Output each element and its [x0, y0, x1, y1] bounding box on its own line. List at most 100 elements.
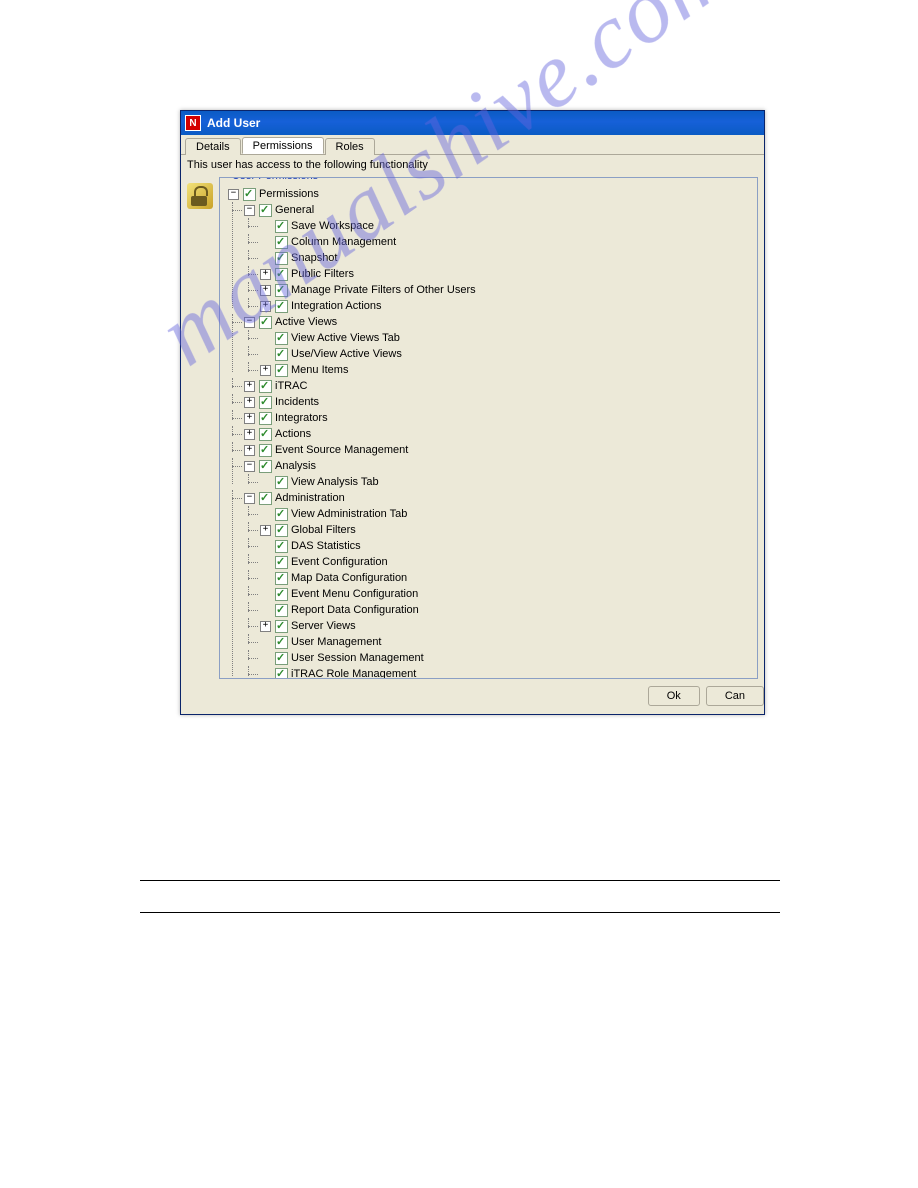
tree-row[interactable]: Save Workspace	[260, 218, 753, 234]
tree-row[interactable]: Map Data Configuration	[260, 570, 753, 586]
tree-item-label: Incidents	[275, 396, 319, 408]
tree-row[interactable]: + Server Views	[260, 618, 753, 634]
tree-row[interactable]: +Integrators	[244, 410, 753, 426]
tree-row[interactable]: View Administration Tab	[260, 506, 753, 522]
permission-checkbox[interactable]	[275, 668, 288, 680]
permission-checkbox[interactable]	[275, 540, 288, 553]
lock-icon	[187, 183, 213, 209]
tree-row[interactable]: +Menu Items	[260, 362, 753, 378]
expand-icon[interactable]: +	[244, 445, 255, 456]
permission-checkbox[interactable]	[275, 252, 288, 265]
tree-row[interactable]: View Active Views Tab	[260, 330, 753, 346]
tree-row[interactable]: Event Configuration	[260, 554, 753, 570]
collapse-icon[interactable]: −	[244, 317, 255, 328]
permission-checkbox[interactable]	[259, 460, 272, 473]
ok-button[interactable]: Ok	[648, 686, 700, 706]
expand-icon[interactable]: +	[260, 285, 271, 296]
tree-row[interactable]: +Event Source Management	[244, 442, 753, 458]
divider-1	[140, 880, 780, 881]
tree-item-label: Integration Actions	[291, 300, 382, 312]
permission-checkbox[interactable]	[275, 476, 288, 489]
permission-checkbox[interactable]	[259, 492, 272, 505]
tab-details[interactable]: Details	[185, 138, 241, 155]
collapse-icon[interactable]: −	[228, 189, 239, 200]
tree-row[interactable]: − General	[244, 202, 753, 218]
tree-row[interactable]: +Global Filters	[260, 522, 753, 538]
tab-permissions[interactable]: Permissions	[242, 137, 324, 154]
permission-checkbox[interactable]	[275, 652, 288, 665]
cancel-button[interactable]: Can	[706, 686, 764, 706]
tree-item-label: Administration	[275, 492, 345, 504]
expand-icon[interactable]: +	[260, 269, 271, 280]
permission-checkbox[interactable]	[275, 588, 288, 601]
permission-checkbox[interactable]	[275, 636, 288, 649]
tree-item-label: User Management	[291, 636, 382, 648]
tree-connector	[260, 589, 271, 600]
permission-checkbox[interactable]	[275, 508, 288, 521]
tree-row[interactable]: iTRAC Role Management	[260, 666, 753, 679]
tree-row[interactable]: + Incidents	[244, 394, 753, 410]
permission-checkbox[interactable]	[275, 524, 288, 537]
permission-checkbox[interactable]	[275, 620, 288, 633]
permission-checkbox[interactable]	[259, 204, 272, 217]
expand-icon[interactable]: +	[244, 381, 255, 392]
tree-item-label: General	[275, 204, 314, 216]
tree-item-label: User Session Management	[291, 652, 424, 664]
tree-row[interactable]: Use/View Active Views	[260, 346, 753, 362]
permission-checkbox[interactable]	[259, 412, 272, 425]
tree-row[interactable]: − Administration	[244, 490, 753, 506]
tree-row[interactable]: +iTRAC	[244, 378, 753, 394]
tree-connector	[260, 221, 271, 232]
lock-column	[187, 177, 219, 679]
collapse-icon[interactable]: −	[244, 205, 255, 216]
expand-icon[interactable]: +	[260, 301, 271, 312]
permission-checkbox[interactable]	[275, 284, 288, 297]
permission-checkbox[interactable]	[259, 380, 272, 393]
tab-roles[interactable]: Roles	[325, 138, 375, 155]
permission-checkbox[interactable]	[275, 300, 288, 313]
tree-row[interactable]: −Active Views	[244, 314, 753, 330]
collapse-icon[interactable]: −	[244, 493, 255, 504]
tree-connector	[260, 237, 271, 248]
permission-checkbox[interactable]	[243, 188, 256, 201]
permission-checkbox[interactable]	[275, 348, 288, 361]
permission-checkbox[interactable]	[275, 604, 288, 617]
expand-icon[interactable]: +	[260, 621, 271, 632]
collapse-icon[interactable]: −	[244, 461, 255, 472]
permission-checkbox[interactable]	[275, 236, 288, 249]
expand-icon[interactable]: +	[244, 429, 255, 440]
tree-row[interactable]: User Session Management	[260, 650, 753, 666]
permission-checkbox[interactable]	[259, 444, 272, 457]
permission-checkbox[interactable]	[259, 428, 272, 441]
tree-row[interactable]: Column Management	[260, 234, 753, 250]
permission-checkbox[interactable]	[275, 556, 288, 569]
permission-checkbox[interactable]	[259, 396, 272, 409]
tree-connector	[260, 509, 271, 520]
tree-row[interactable]: −Permissions	[228, 186, 753, 202]
expand-icon[interactable]: +	[244, 397, 255, 408]
divider-2	[140, 912, 780, 913]
permission-checkbox[interactable]	[275, 364, 288, 377]
permission-checkbox[interactable]	[259, 316, 272, 329]
tree-row[interactable]: View Analysis Tab	[260, 474, 753, 490]
tree-item-label: Server Views	[291, 620, 356, 632]
tree-row[interactable]: DAS Statistics	[260, 538, 753, 554]
permission-checkbox[interactable]	[275, 220, 288, 233]
expand-icon[interactable]: +	[244, 413, 255, 424]
tree-row[interactable]: Report Data Configuration	[260, 602, 753, 618]
expand-icon[interactable]: +	[260, 525, 271, 536]
tree-row[interactable]: Event Menu Configuration	[260, 586, 753, 602]
tree-row[interactable]: −Analysis	[244, 458, 753, 474]
expand-icon[interactable]: +	[260, 365, 271, 376]
tree-row[interactable]: +Actions	[244, 426, 753, 442]
tree-row[interactable]: Snapshot	[260, 250, 753, 266]
tree-row[interactable]: +Public Filters	[260, 266, 753, 282]
permission-checkbox[interactable]	[275, 332, 288, 345]
permission-checkbox[interactable]	[275, 572, 288, 585]
tree-row[interactable]: + Integration Actions	[260, 298, 753, 314]
tree-row[interactable]: +Manage Private Filters of Other Users	[260, 282, 753, 298]
tree-row[interactable]: User Management	[260, 634, 753, 650]
permission-checkbox[interactable]	[275, 268, 288, 281]
tree-item-label: View Active Views Tab	[291, 332, 400, 344]
titlebar: N Add User	[181, 111, 764, 135]
